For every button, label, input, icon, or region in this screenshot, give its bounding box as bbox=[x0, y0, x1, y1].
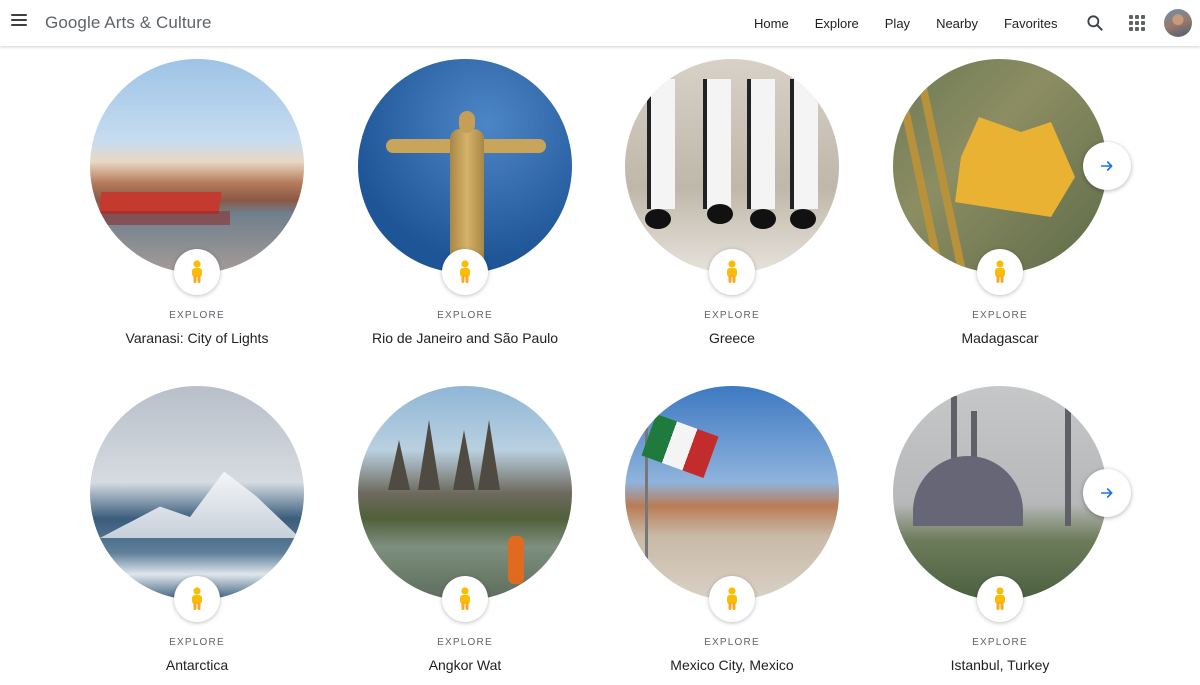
pegman-icon[interactable] bbox=[442, 249, 488, 295]
card-kicker: EXPLORE bbox=[437, 637, 493, 648]
pegman-icon[interactable] bbox=[709, 249, 755, 295]
card-kicker: EXPLORE bbox=[972, 637, 1028, 648]
card-image[interactable] bbox=[625, 386, 839, 600]
card-title[interactable]: Greece bbox=[595, 330, 869, 346]
explore-card-rio[interactable]: EXPLORE Rio de Janeiro and São Paulo bbox=[358, 59, 572, 346]
card-title[interactable]: Mexico City, Mexico bbox=[595, 657, 869, 673]
card-image[interactable] bbox=[358, 386, 572, 600]
explore-card-greece[interactable]: EXPLORE Greece bbox=[625, 59, 839, 346]
explore-card-angkor-wat[interactable]: EXPLORE Angkor Wat bbox=[358, 386, 572, 673]
main-nav: Home Explore Play Nearby Favorites bbox=[741, 0, 1070, 46]
card-title[interactable]: Rio de Janeiro and São Paulo bbox=[328, 330, 602, 346]
pegman-icon[interactable] bbox=[709, 576, 755, 622]
card-title[interactable]: Istanbul, Turkey bbox=[863, 657, 1137, 673]
apps-grid-icon[interactable] bbox=[1129, 15, 1145, 31]
explore-card-madagascar[interactable]: EXPLORE Madagascar bbox=[893, 59, 1107, 346]
explore-card-mexico-city[interactable]: EXPLORE Mexico City, Mexico bbox=[625, 386, 839, 673]
card-title[interactable]: Angkor Wat bbox=[328, 657, 602, 673]
card-title[interactable]: Antarctica bbox=[60, 657, 334, 673]
card-image[interactable] bbox=[358, 59, 572, 273]
pegman-icon[interactable] bbox=[174, 576, 220, 622]
card-image[interactable] bbox=[625, 59, 839, 273]
pegman-icon[interactable] bbox=[442, 576, 488, 622]
card-kicker: EXPLORE bbox=[972, 310, 1028, 321]
pegman-icon[interactable] bbox=[977, 249, 1023, 295]
card-kicker: EXPLORE bbox=[437, 310, 493, 321]
pegman-icon[interactable] bbox=[174, 249, 220, 295]
row-1-next-button[interactable] bbox=[1083, 142, 1131, 190]
pegman-icon[interactable] bbox=[977, 576, 1023, 622]
card-image[interactable] bbox=[90, 59, 304, 273]
top-app-bar: Google Arts & Culture Home Explore Play … bbox=[0, 0, 1200, 46]
search-icon[interactable] bbox=[1085, 13, 1105, 33]
nav-item-explore[interactable]: Explore bbox=[815, 16, 859, 31]
explore-card-antarctica[interactable]: EXPLORE Antarctica bbox=[90, 386, 304, 673]
card-kicker: EXPLORE bbox=[704, 310, 760, 321]
card-image[interactable] bbox=[893, 386, 1107, 600]
arrow-right-icon bbox=[1100, 488, 1113, 498]
nav-item-nearby[interactable]: Nearby bbox=[936, 16, 978, 31]
explore-card-varanasi[interactable]: EXPLORE Varanasi: City of Lights bbox=[90, 59, 304, 346]
explore-card-istanbul[interactable]: EXPLORE Istanbul, Turkey bbox=[893, 386, 1107, 673]
brand-logo[interactable]: Google Arts & Culture bbox=[45, 13, 212, 33]
menu-icon[interactable] bbox=[8, 11, 30, 33]
nav-item-home[interactable]: Home bbox=[754, 16, 789, 31]
card-kicker: EXPLORE bbox=[704, 637, 760, 648]
nav-item-favorites[interactable]: Favorites bbox=[1004, 16, 1057, 31]
card-kicker: EXPLORE bbox=[169, 310, 225, 321]
row-2-next-button[interactable] bbox=[1083, 469, 1131, 517]
card-image[interactable] bbox=[90, 386, 304, 600]
card-title[interactable]: Madagascar bbox=[863, 330, 1137, 346]
card-image[interactable] bbox=[893, 59, 1107, 273]
avatar[interactable] bbox=[1164, 9, 1192, 37]
nav-item-play[interactable]: Play bbox=[885, 16, 910, 31]
card-kicker: EXPLORE bbox=[169, 637, 225, 648]
arrow-right-icon bbox=[1100, 161, 1113, 171]
card-title[interactable]: Varanasi: City of Lights bbox=[60, 330, 334, 346]
